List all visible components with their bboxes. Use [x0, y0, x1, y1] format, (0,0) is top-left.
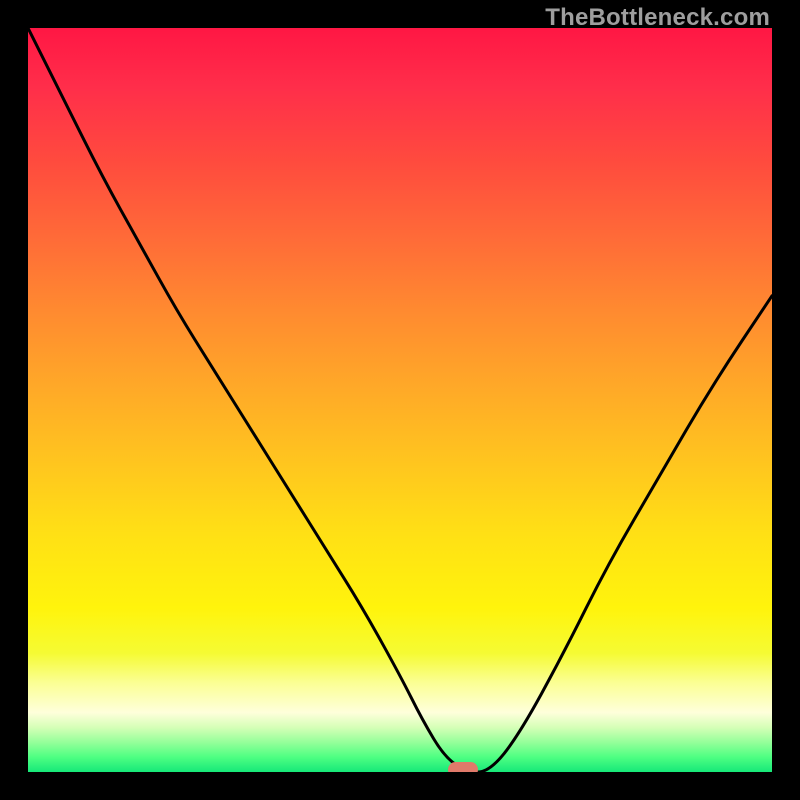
curve-svg — [28, 28, 772, 772]
bottleneck-curve — [28, 28, 772, 772]
plot-area — [28, 28, 772, 772]
optimal-marker — [448, 762, 478, 772]
bottleneck-chart: TheBottleneck.com — [0, 0, 800, 800]
